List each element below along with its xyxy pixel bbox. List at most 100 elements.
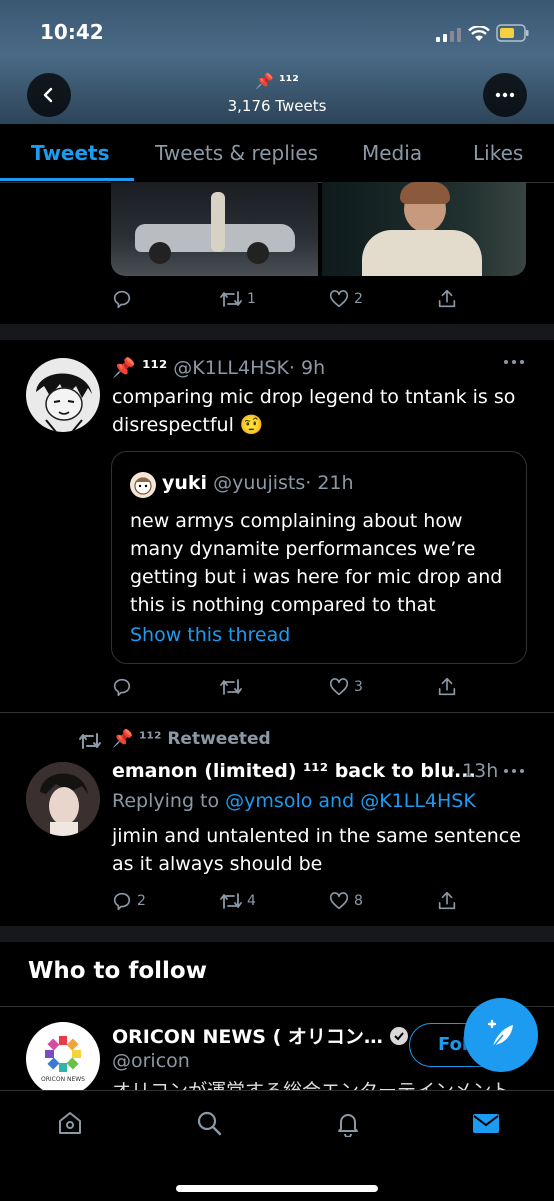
tweet-divider [0, 712, 554, 713]
profile-header: 10:42 📌 ¹¹² 3,176 Tweets [0, 0, 554, 124]
retweet-icon [220, 291, 242, 307]
media-image-portrait[interactable] [322, 182, 526, 276]
share-icon [438, 677, 456, 696]
account-handle[interactable]: @oricon [112, 1050, 190, 1072]
quoted-name: yuki [162, 472, 208, 494]
reply-icon [113, 892, 131, 911]
share-button[interactable] [436, 676, 458, 698]
timestamp: · 9h [288, 357, 326, 379]
replying-and: and [318, 790, 355, 812]
search-icon [197, 1111, 222, 1136]
tweet-text: jimin and untalented in the same sentenc… [112, 825, 521, 875]
like-count: 2 [354, 291, 363, 307]
tweet-text: comparing mic drop legend to tntank is s… [112, 386, 516, 436]
compose-feather-icon [487, 1019, 513, 1048]
avatar[interactable] [26, 762, 100, 836]
compose-tweet-button[interactable] [464, 998, 538, 1072]
like-count: 8 [354, 893, 363, 909]
home-indicator [176, 1185, 378, 1192]
oricon-logo-icon [45, 1036, 81, 1072]
section-separator [0, 324, 554, 340]
heart-icon [329, 892, 349, 910]
like-button[interactable]: 3 [328, 676, 363, 698]
retweet-count: 1 [247, 291, 256, 307]
avatar[interactable]: ORICON NEWS [26, 1022, 100, 1096]
ellipsis-icon [504, 769, 524, 773]
tweet-count: 3,176 Tweets [227, 97, 327, 115]
media-image-car[interactable] [111, 182, 318, 276]
handle[interactable]: @K1LL4HSK [173, 357, 289, 379]
profile-tabs: Tweets Tweets & replies Media Likes [0, 124, 554, 183]
tab-likes[interactable]: Likes [473, 141, 523, 165]
verified-icon [389, 1026, 408, 1045]
retweet-indicator-icon [78, 730, 102, 752]
heart-icon [329, 290, 349, 308]
retweet-icon [220, 893, 242, 909]
more-button[interactable] [483, 73, 527, 117]
section-separator [0, 926, 554, 942]
share-icon [438, 289, 456, 308]
reply-button[interactable] [111, 676, 133, 698]
section-divider [0, 1006, 554, 1007]
tweet-header: 📌 ¹¹² @K1LL4HSK· 9h [112, 356, 325, 379]
account-name-row: ORICON NEWS ( オリコン… [112, 1022, 409, 1049]
share-button[interactable] [436, 890, 458, 912]
quoted-text: new armys complaining about how many dyn… [130, 510, 503, 616]
tweet-menu-button[interactable] [503, 358, 525, 366]
wifi-icon [468, 26, 490, 42]
avatar[interactable] [26, 358, 100, 432]
ellipsis-icon [495, 92, 515, 98]
account-name[interactable]: ORICON NEWS ( オリコン… [112, 1022, 383, 1049]
retweeted-by[interactable]: 📌 ¹¹² Retweeted [112, 729, 271, 749]
reply-button[interactable]: 2 [111, 890, 146, 912]
tab-tweets[interactable]: Tweets [31, 141, 110, 165]
reply-button[interactable] [111, 288, 133, 310]
tweet-menu-button[interactable] [503, 767, 525, 775]
nav-notifications[interactable] [334, 1109, 362, 1137]
tweet-media[interactable] [111, 182, 526, 276]
quoted-tweet[interactable]: yuki @yuujists· 21h new armys complainin… [111, 451, 527, 664]
reply-icon [113, 678, 131, 697]
tab-tweets-replies[interactable]: Tweets & replies [155, 141, 318, 165]
timestamp: · 13h [450, 760, 499, 782]
nav-messages[interactable] [471, 1109, 501, 1137]
like-button[interactable]: 2 [328, 288, 363, 310]
status-time: 10:42 [40, 20, 104, 44]
retweet-button[interactable]: 4 [219, 890, 256, 912]
replying-to: Replying to @ymsolo and @K1LL4HSK [112, 790, 476, 812]
nav-search[interactable] [195, 1109, 223, 1137]
show-thread-link[interactable]: Show this thread [130, 624, 290, 646]
mail-icon [473, 1114, 499, 1133]
display-name[interactable]: 📌 ¹¹² [112, 357, 167, 379]
like-count: 3 [354, 679, 363, 695]
battery-icon [496, 24, 530, 42]
retweet-button[interactable] [219, 676, 243, 698]
home-icon [59, 1112, 81, 1134]
replying-prefix: Replying to [112, 790, 220, 812]
profile-name: 📌 ¹¹² [255, 72, 299, 90]
display-name[interactable]: emanon (limited) ¹¹² back to blu... [112, 760, 476, 782]
ellipsis-icon [504, 360, 524, 364]
signal-icon [436, 28, 462, 42]
share-button[interactable] [436, 288, 458, 310]
nav-home[interactable] [56, 1109, 84, 1137]
bottom-nav [0, 1090, 554, 1201]
who-to-follow-title: Who to follow [28, 958, 207, 984]
active-tab-indicator [0, 178, 134, 181]
mention-link[interactable]: @ymsolo [225, 790, 312, 812]
retweet-count: 4 [247, 893, 256, 909]
avatar-logo-text: ORICON NEWS [41, 1076, 85, 1083]
reply-icon [113, 290, 131, 309]
retweet-icon [220, 679, 242, 695]
bell-icon [338, 1114, 358, 1137]
share-icon [438, 891, 456, 910]
quoted-timestamp: · 21h [305, 472, 354, 494]
quoted-header: yuki @yuujists· 21h [162, 472, 354, 494]
quoted-avatar [130, 472, 156, 498]
tab-media[interactable]: Media [362, 141, 422, 165]
quoted-handle: @yuujists [213, 472, 306, 494]
heart-icon [329, 678, 349, 696]
mention-link[interactable]: @K1LL4HSK [360, 790, 476, 812]
like-button[interactable]: 8 [328, 890, 363, 912]
retweet-button[interactable]: 1 [219, 288, 256, 310]
